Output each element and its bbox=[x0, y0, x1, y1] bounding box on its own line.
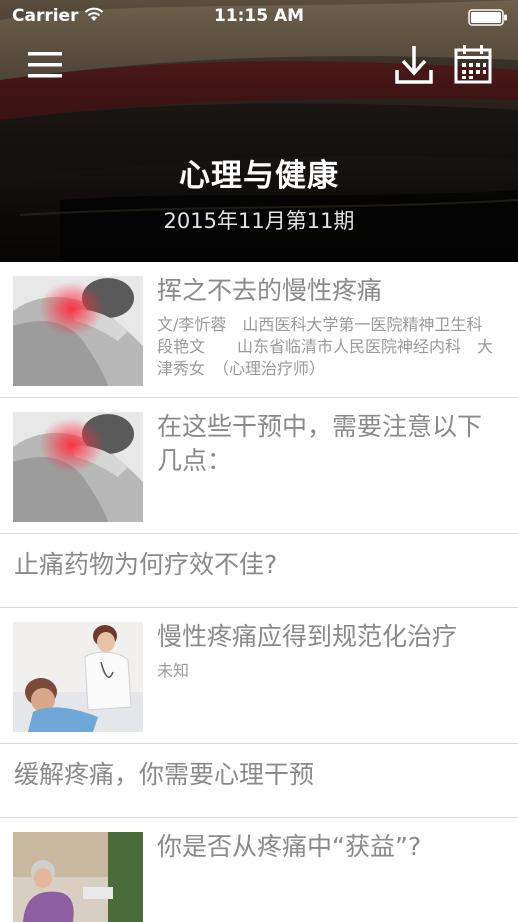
article-title: 在这些干预中，需要注意以下几点： bbox=[157, 412, 483, 475]
download-icon[interactable] bbox=[392, 42, 436, 88]
menu-icon[interactable] bbox=[26, 48, 64, 82]
article-author: 未知 bbox=[157, 661, 190, 680]
article-thumbnail bbox=[13, 276, 143, 386]
article-title: 缓解疼痛，你需要心理干预 bbox=[14, 760, 315, 789]
article-title: 你是否从疼痛中“获益”? bbox=[157, 832, 422, 861]
list-item[interactable]: 慢性疼痛应得到规范化治疗 未知 bbox=[0, 608, 518, 744]
battery-icon bbox=[468, 9, 507, 26]
article-author: 文/李忻蓉 山西医科大学第一医院精神卫生科 段艳文 山东省临清市人民医院神经内科… bbox=[157, 315, 499, 378]
issue-label: 2015年11月第11期 bbox=[163, 209, 355, 233]
list-item[interactable]: 止痛药物为何疗效不佳? bbox=[0, 534, 518, 608]
article-thumbnail bbox=[13, 412, 143, 522]
article-list: 挥之不去的慢性疼痛 文/李忻蓉 山西医科大学第一医院精神卫生科 段艳文 山东省临… bbox=[0, 262, 518, 922]
clock: 11:15 AM bbox=[213, 6, 305, 26]
header-banner: Carrier 11:15 AM 心理与健康 2015年11月第11期 bbox=[0, 0, 518, 262]
list-item[interactable]: 在这些干预中，需要注意以下几点： bbox=[0, 398, 518, 534]
list-item[interactable]: 缓解疼痛，你需要心理干预 bbox=[0, 744, 518, 818]
list-item[interactable]: 挥之不去的慢性疼痛 文/李忻蓉 山西医科大学第一医院精神卫生科 段艳文 山东省临… bbox=[0, 262, 518, 398]
article-title: 挥之不去的慢性疼痛 bbox=[157, 276, 383, 305]
article-thumbnail bbox=[13, 622, 143, 732]
article-title: 慢性疼痛应得到规范化治疗 bbox=[157, 622, 458, 651]
article-title: 止痛药物为何疗效不佳? bbox=[14, 550, 278, 579]
article-thumbnail bbox=[13, 832, 143, 922]
status-bar: Carrier 11:15 AM bbox=[0, 0, 518, 34]
magazine-title: 心理与健康 bbox=[179, 158, 339, 194]
list-item[interactable]: 你是否从疼痛中“获益”? bbox=[0, 818, 518, 922]
calendar-icon[interactable] bbox=[450, 42, 496, 88]
